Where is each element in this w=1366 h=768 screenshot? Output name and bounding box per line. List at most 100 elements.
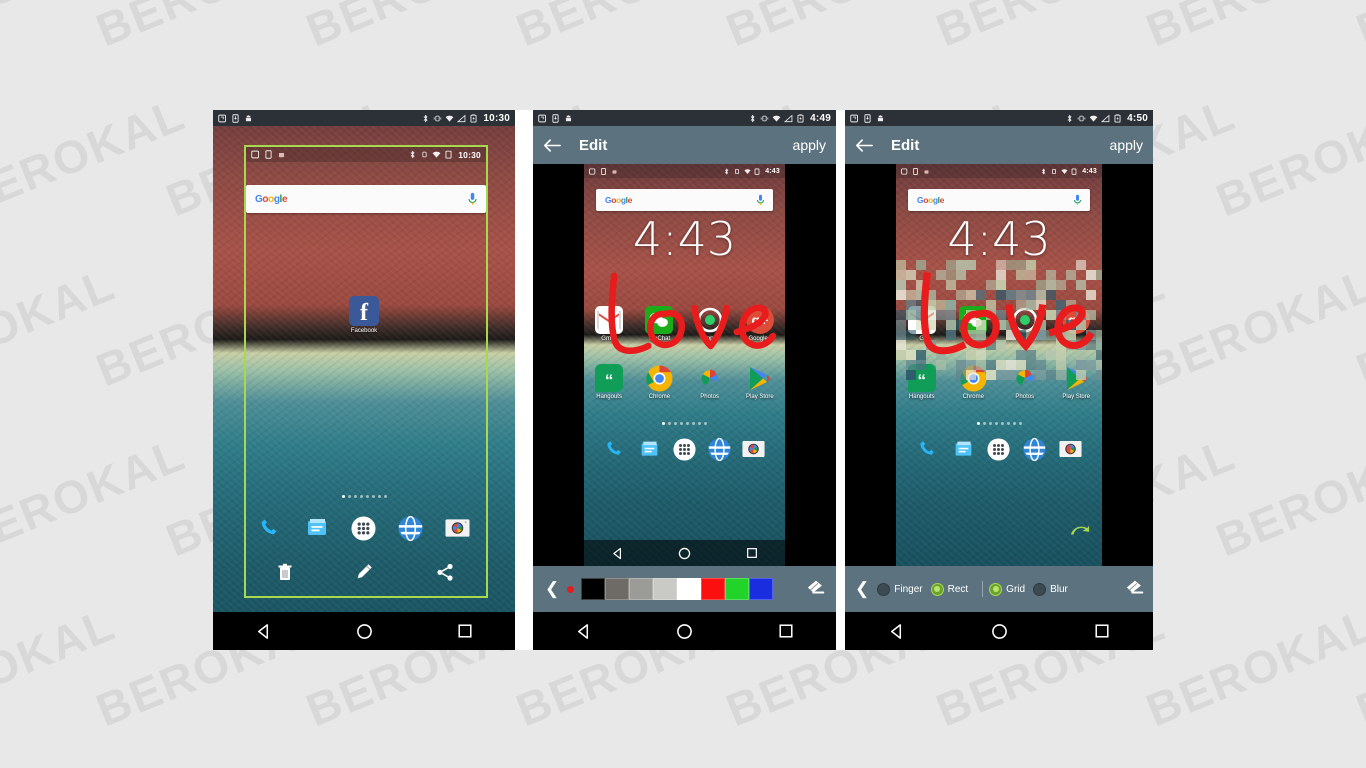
mic-icon[interactable] [467, 192, 478, 206]
option-grid[interactable]: Grid [989, 583, 1025, 596]
color-swatch-white[interactable] [677, 578, 701, 600]
back-icon[interactable] [255, 623, 272, 640]
app-photos[interactable]: Photos [685, 364, 735, 400]
app-playstore[interactable]: Play Store [1051, 364, 1103, 400]
page-dot[interactable] [698, 422, 701, 425]
page-dot[interactable] [1001, 422, 1004, 425]
app-googleplus[interactable]: g+ Google+ [735, 306, 785, 342]
dock-item-apps[interactable] [671, 436, 697, 462]
page-dot[interactable] [372, 495, 375, 498]
app-wechat[interactable] [948, 306, 1000, 342]
back-arrow-icon[interactable] [543, 138, 561, 153]
recents-icon[interactable] [746, 547, 758, 559]
delete-button[interactable] [277, 563, 293, 587]
page-dot[interactable] [1013, 422, 1016, 425]
dock-item-camera[interactable] [445, 515, 471, 541]
eraser-button[interactable] [1125, 578, 1145, 601]
app-camera-circle[interactable]: Apps [685, 306, 735, 342]
page-dot[interactable] [977, 422, 980, 425]
app-photos[interactable]: Photos [999, 364, 1051, 400]
radio-blur[interactable] [1033, 583, 1046, 596]
dock-item-phone[interactable] [915, 436, 941, 462]
page-dot[interactable] [342, 495, 345, 498]
dock-item-apps[interactable] [986, 436, 1012, 462]
dock-item-messages[interactable] [950, 436, 976, 462]
recents-icon[interactable] [778, 623, 794, 639]
page-dot[interactable] [686, 422, 689, 425]
page-dot[interactable] [668, 422, 671, 425]
mic-icon[interactable] [1073, 194, 1082, 206]
edit-button[interactable] [355, 563, 373, 588]
app-hangouts[interactable]: “ Hangouts [896, 364, 948, 400]
color-swatch-green[interactable] [725, 578, 749, 600]
dock-item-phone[interactable] [602, 436, 628, 462]
recents-icon[interactable] [1094, 623, 1110, 639]
app-playstore[interactable]: Play Store [735, 364, 785, 400]
page-dot[interactable] [360, 495, 363, 498]
page-dot[interactable] [662, 422, 665, 425]
editor-canvas[interactable]: 4:43 Google 4:43 Gmail WeChat Apps g+ Go… [533, 164, 836, 566]
app-facebook[interactable]: f Facebook [213, 296, 515, 334]
home-icon[interactable] [356, 623, 373, 640]
color-swatch-red[interactable] [701, 578, 725, 600]
undo-button[interactable] [1070, 523, 1090, 542]
page-dot[interactable] [1019, 422, 1022, 425]
page-dot[interactable] [366, 495, 369, 498]
app-chrome[interactable]: Chrome [634, 364, 684, 400]
app-camera-circle[interactable] [999, 306, 1051, 342]
page-dot[interactable] [704, 422, 707, 425]
home-icon[interactable] [678, 547, 691, 560]
page-dot[interactable] [378, 495, 381, 498]
app-hangouts[interactable]: “ Hangouts [584, 364, 634, 400]
chevron-left-icon[interactable]: ❮ [847, 579, 877, 599]
color-swatch-gray[interactable] [629, 578, 653, 600]
google-search-bar[interactable]: Google [596, 189, 773, 211]
page-dot[interactable] [1007, 422, 1010, 425]
page-dot[interactable] [680, 422, 683, 425]
color-swatch-lightgray[interactable] [653, 578, 677, 600]
option-finger[interactable]: Finger [877, 583, 922, 596]
page-dot[interactable] [674, 422, 677, 425]
app-wechat[interactable]: WeChat [634, 306, 684, 342]
dock-item-phone[interactable] [257, 515, 283, 541]
app-googleplus[interactable]: g+ [1051, 306, 1103, 342]
radio-rect[interactable] [931, 583, 944, 596]
back-icon[interactable] [575, 623, 592, 640]
option-rect[interactable]: Rect [931, 583, 969, 596]
mic-icon[interactable] [756, 194, 765, 206]
color-swatch-darkgray[interactable] [605, 578, 629, 600]
apply-button[interactable]: apply [793, 137, 826, 153]
apply-button[interactable]: apply [1110, 137, 1143, 153]
dock-item-earth[interactable] [1022, 436, 1048, 462]
dock-item-camera[interactable] [741, 436, 767, 462]
eraser-button[interactable] [806, 578, 826, 601]
dock-item-earth[interactable] [398, 515, 424, 541]
color-swatch-black[interactable] [581, 578, 605, 600]
back-arrow-icon[interactable] [855, 138, 873, 153]
home-icon[interactable] [676, 623, 693, 640]
page-dot[interactable] [995, 422, 998, 425]
page-dot[interactable] [384, 495, 387, 498]
back-icon[interactable] [888, 623, 905, 640]
home-icon[interactable] [991, 623, 1008, 640]
option-blur[interactable]: Blur [1033, 583, 1068, 596]
google-search-bar[interactable]: Google [908, 189, 1090, 211]
dock-item-apps[interactable] [351, 515, 377, 541]
share-button[interactable] [435, 563, 455, 587]
dock-item-earth[interactable] [706, 436, 732, 462]
editor-canvas[interactable]: 4:43 Google 4:43 G g+ “ Hangouts Chrome … [845, 164, 1153, 566]
radio-grid[interactable] [989, 583, 1002, 596]
page-dot[interactable] [348, 495, 351, 498]
dock-item-messages[interactable] [304, 515, 330, 541]
app-gmail[interactable]: G [896, 306, 948, 342]
app-gmail[interactable]: Gmail [584, 306, 634, 342]
page-dot[interactable] [692, 422, 695, 425]
back-icon[interactable] [611, 547, 624, 560]
app-chrome[interactable]: Chrome [948, 364, 1000, 400]
google-search-bar[interactable]: Google [246, 185, 486, 213]
chevron-left-icon[interactable]: ❮ [537, 579, 567, 599]
dock-item-camera[interactable] [1057, 436, 1083, 462]
page-dot[interactable] [354, 495, 357, 498]
dock-item-messages[interactable] [637, 436, 663, 462]
radio-finger[interactable] [877, 583, 890, 596]
